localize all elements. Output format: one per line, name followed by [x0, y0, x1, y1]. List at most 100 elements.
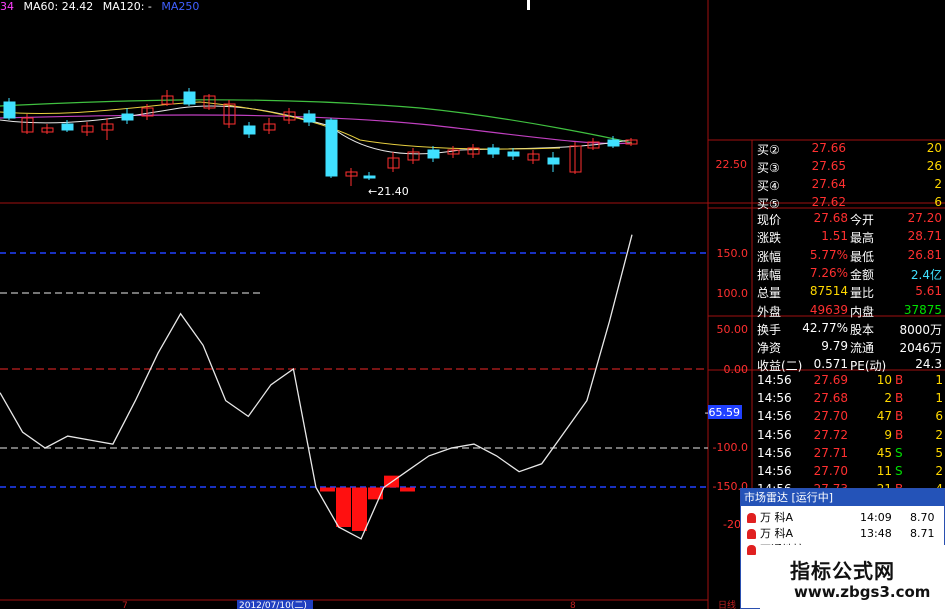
stat-value: 27.20 [907, 211, 942, 225]
tick-side: B [895, 427, 904, 442]
tick-price: 27.71 [813, 445, 848, 460]
stat-value: 2046万 [899, 341, 942, 356]
tick-time: 14:56 [757, 445, 792, 460]
tick-volume: 9 [884, 427, 892, 442]
low-price-label: ←21.40 [368, 185, 409, 198]
price-tick-2250: 22.50 [716, 158, 748, 171]
axis-tick-label: 100.0 [717, 287, 749, 300]
indicator-bar [336, 487, 351, 527]
stat-value: 42.77% [802, 320, 848, 335]
market-radar-title[interactable]: 市场雷达 [运行中] [741, 489, 944, 506]
tick-price: 27.70 [813, 464, 848, 478]
bid-volume: 26 [926, 159, 942, 173]
tick-side: B [895, 409, 904, 424]
bid-price: 27.66 [811, 141, 846, 155]
stat-key: 最高 [850, 231, 875, 246]
tick-time: 14:56 [757, 409, 792, 424]
watermark-url: www.zbgs3.com [794, 583, 931, 601]
bid-volume: 20 [926, 141, 942, 155]
candle-body [363, 175, 376, 179]
tick-side: S [895, 464, 903, 478]
radar-value: 8.71 [910, 527, 935, 540]
tick-count: 1 [935, 391, 943, 406]
axis-tick-label: 0.00 [724, 363, 749, 376]
period-label: 日线 [718, 599, 736, 609]
alert-bell-icon [747, 513, 756, 523]
ma-line-white [0, 105, 631, 155]
tick-time: 14:56 [757, 373, 792, 387]
tick-price: 27.69 [813, 373, 848, 387]
indicator-bar [352, 487, 367, 531]
bid-price: 27.65 [811, 159, 846, 173]
radar-stock-name: 万 科A [760, 527, 794, 540]
tick-price: 27.70 [813, 409, 848, 424]
tick-price: 27.72 [813, 427, 848, 442]
axis-tick-label: 150.0 [717, 247, 749, 260]
tick-volume: 10 [876, 373, 892, 387]
stat-key: 金额 [850, 267, 875, 282]
candle-body [487, 147, 500, 155]
stat-value: 1.51 [821, 229, 848, 244]
tick-volume: 47 [876, 409, 892, 424]
radar-row[interactable]: 万 科A 14:09 8.70 [741, 509, 945, 525]
tick-time: 14:56 [757, 391, 792, 406]
indicator-bar [320, 487, 335, 492]
radar-stock-name: 万 科A [760, 511, 794, 524]
stat-key: 流通 [850, 341, 875, 356]
tick-volume: 45 [876, 445, 892, 460]
candle-body [507, 151, 520, 157]
bid-label: 买② [757, 143, 780, 157]
month-mark-8: 8 [570, 601, 576, 609]
tick-time: 14:56 [757, 427, 792, 442]
candle-body [547, 157, 560, 165]
stat-value: 27.68 [813, 211, 848, 225]
stock-chart-window: 34 MA60: 24.42 MA120: - MA250 ←21.40 22.… [0, 0, 945, 609]
current-value-label: -65.59 [705, 406, 740, 419]
bid-volume: 6 [934, 195, 942, 209]
stat-key: 最低 [850, 249, 875, 264]
radar-time: 13:48 [860, 527, 892, 540]
stat-value: 87514 [809, 284, 848, 299]
candle-body [183, 91, 196, 105]
stat-value: 5.61 [915, 284, 942, 299]
stat-key: 涨跌 [757, 231, 782, 246]
bid-price: 27.62 [811, 195, 846, 209]
candle-body [325, 119, 338, 177]
indicator-bars [320, 475, 415, 531]
stat-key: 涨幅 [757, 249, 782, 264]
stat-value: 5.77% [809, 247, 848, 262]
stat-key: 内盘 [850, 304, 875, 319]
axis-tick-label: -100.0 [713, 441, 748, 454]
axis-tick-label: 50.00 [717, 323, 749, 336]
watermark-title: 指标公式网 [790, 559, 895, 583]
stat-value: 37875 [903, 302, 942, 317]
tick-side: B [895, 373, 904, 387]
tick-volume: 11 [876, 464, 892, 478]
stat-value: 0.571 [813, 357, 848, 372]
candlesticks [3, 88, 638, 186]
candle-body [3, 101, 16, 119]
stat-value: 24.3 [915, 357, 942, 372]
stat-key: 振幅 [757, 267, 782, 282]
watermark: 指标公式网 www.zbgs3.com [760, 545, 945, 609]
candle-body [243, 125, 256, 135]
radar-value: 8.70 [910, 511, 935, 524]
stat-key: 净资 [757, 341, 782, 356]
tick-count: 1 [935, 373, 943, 387]
stat-value: 28.71 [907, 229, 942, 244]
candle-body [121, 113, 134, 121]
tick-time: 14:56 [757, 464, 792, 478]
stat-key: 换手 [757, 322, 782, 337]
stat-value: 49639 [809, 302, 848, 317]
stat-key: 外盘 [757, 304, 782, 319]
date-cursor-label: 2012/07/10(二) [239, 601, 307, 609]
bid-label: 买③ [757, 161, 780, 175]
stat-value: 26.81 [907, 247, 942, 262]
candle-body [61, 123, 74, 131]
alert-bell-icon [747, 529, 756, 539]
indicator-bar [400, 487, 415, 492]
stat-value: 2.4亿 [910, 267, 942, 282]
stat-key: 股本 [850, 322, 875, 337]
radar-row[interactable]: 万 科A 13:48 8.71 [741, 525, 945, 541]
tick-side: B [895, 391, 904, 406]
